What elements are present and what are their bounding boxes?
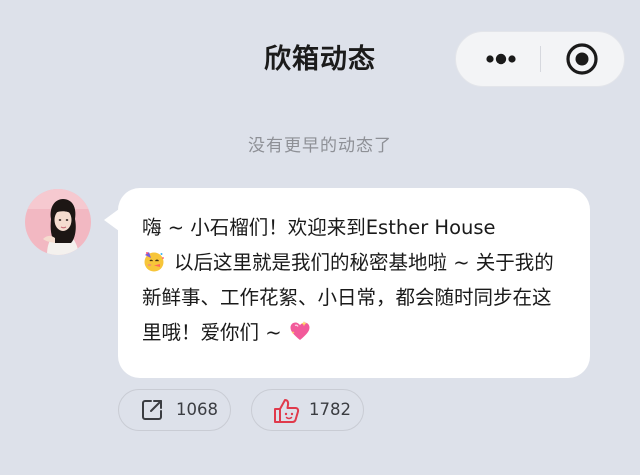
bubble-tail [104,209,119,231]
target-close-icon [566,43,598,75]
close-button[interactable] [541,32,625,86]
more-dots-icon [486,53,516,65]
sparkling-heart-icon [288,319,312,343]
thumbs-up-icon [274,399,300,423]
like-count: 1782 [309,400,351,419]
post-text-body: 以后这里就是我们的秘密基地啦 ~ 关于我的新鲜事、工作花絮、小日常，都会随时同步… [142,251,554,344]
avatar-photo [25,189,91,255]
post-text-line1: 嗨 ~ 小石榴们！欢迎来到Esther House [142,216,496,239]
like-button[interactable]: 1782 [251,389,364,431]
share-button[interactable]: 1068 [118,389,231,431]
mini-program-capsule [455,31,625,87]
no-earlier-posts-note: 没有更早的动态了 [248,136,392,156]
avatar[interactable] [25,189,91,255]
more-button[interactable] [456,32,540,86]
partying-face-icon [142,249,166,273]
share-count: 1068 [176,400,218,419]
share-icon [142,400,162,420]
post-text: 嗨 ~ 小石榴们！欢迎来到Esther House 以后这里就是我们的秘密基地啦… [142,210,562,350]
